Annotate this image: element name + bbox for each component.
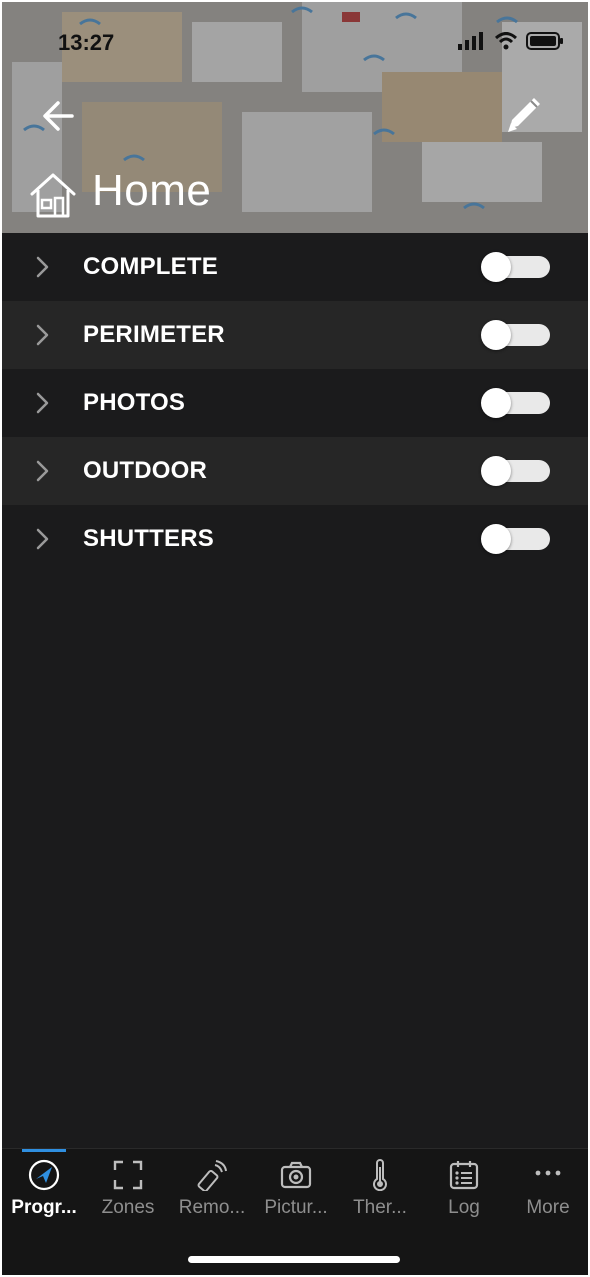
wifi-icon <box>494 32 518 50</box>
tab-zones[interactable]: Zones <box>86 1149 170 1229</box>
battery-icon <box>526 32 563 50</box>
log-calendar-icon <box>449 1161 479 1190</box>
active-tab-indicator <box>22 1149 66 1152</box>
tab-label: More <box>526 1197 570 1218</box>
toggle-knob <box>481 252 511 282</box>
chevron-right-icon[interactable] <box>32 255 52 279</box>
app-screen: 13:27 Home COMPLETE PERIMETER PHOTOS OUT… <box>2 2 588 1275</box>
tab-label: Log <box>448 1197 480 1218</box>
toggle-knob <box>481 388 511 418</box>
tab-more[interactable]: More <box>506 1149 588 1229</box>
zones-frame-icon <box>113 1160 143 1190</box>
tab-remotes[interactable]: Remo... <box>170 1149 254 1229</box>
program-toggle[interactable] <box>481 252 550 282</box>
signal-icon <box>458 32 483 50</box>
status-time: 13:27 <box>58 30 115 55</box>
program-label: OUTDOOR <box>83 457 208 484</box>
tab-thermostat[interactable]: Ther... <box>338 1149 422 1229</box>
paper-plane-icon <box>28 1159 60 1191</box>
program-list: COMPLETE PERIMETER PHOTOS OUTDOOR SHUTTE… <box>2 233 588 573</box>
status-icons <box>458 32 564 50</box>
tab-programs[interactable]: Progr... <box>2 1149 86 1229</box>
program-toggle[interactable] <box>481 320 550 350</box>
program-row-photos[interactable]: PHOTOS <box>2 369 588 437</box>
edit-pencil-icon[interactable] <box>500 90 548 138</box>
chevron-right-icon[interactable] <box>32 391 52 415</box>
program-toggle[interactable] <box>481 388 550 418</box>
program-row-perimeter[interactable]: PERIMETER <box>2 301 588 369</box>
program-label: PERIMETER <box>83 321 225 348</box>
tab-label: Ther... <box>353 1197 407 1218</box>
program-label: PHOTOS <box>83 389 186 416</box>
tab-label: Remo... <box>178 1197 246 1218</box>
page-title: Home <box>92 166 212 215</box>
chevron-right-icon[interactable] <box>32 527 52 551</box>
program-row-complete[interactable]: COMPLETE <box>2 233 588 301</box>
toggle-knob <box>481 320 511 350</box>
program-row-outdoor[interactable]: OUTDOOR <box>2 437 588 505</box>
tab-log[interactable]: Log <box>422 1149 506 1229</box>
chevron-right-icon[interactable] <box>32 459 52 483</box>
program-row-shutters[interactable]: SHUTTERS <box>2 505 588 573</box>
remote-control-icon <box>197 1160 227 1191</box>
house-icon <box>30 173 76 218</box>
tab-label: Pictur... <box>264 1197 328 1218</box>
more-dots-icon <box>535 1170 561 1176</box>
tab-label: Zones <box>101 1197 155 1218</box>
program-toggle[interactable] <box>481 524 550 554</box>
header-banner: 13:27 Home <box>2 2 588 233</box>
thermometer-icon <box>373 1159 387 1191</box>
program-label: SHUTTERS <box>83 525 214 552</box>
camera-icon <box>280 1161 312 1189</box>
chevron-right-icon[interactable] <box>32 323 52 347</box>
back-arrow-icon[interactable] <box>38 96 82 136</box>
tab-pictures[interactable]: Pictur... <box>254 1149 338 1229</box>
toggle-knob <box>481 524 511 554</box>
tab-label: Progr... <box>11 1197 77 1218</box>
home-indicator <box>188 1256 400 1263</box>
toggle-knob <box>481 456 511 486</box>
program-label: COMPLETE <box>83 253 218 280</box>
program-toggle[interactable] <box>481 456 550 486</box>
